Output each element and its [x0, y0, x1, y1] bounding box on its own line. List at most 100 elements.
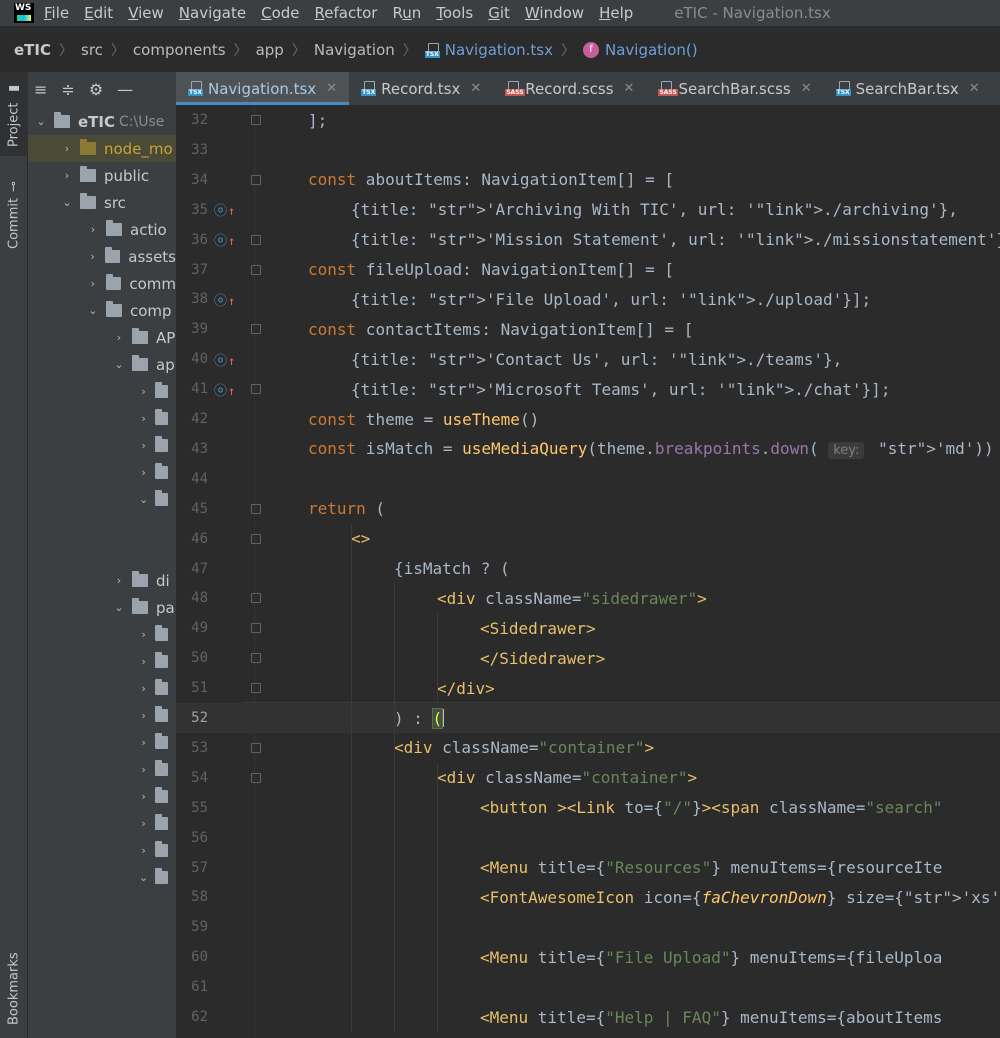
tree-row[interactable]: › [28, 378, 176, 405]
code-line[interactable]: 37 const fileUpload: NavigationItem[] = [ [176, 255, 1000, 285]
breadcrumb-item[interactable]: components [133, 41, 226, 59]
project-tool-button[interactable]: Project ▬ [0, 72, 28, 156]
tree-row[interactable]: › [28, 459, 176, 486]
chevron-right-icon[interactable]: › [138, 682, 149, 695]
chevron-right-icon[interactable]: › [138, 709, 149, 722]
code-line[interactable]: 61 [176, 972, 1000, 1002]
fold-icon[interactable] [251, 384, 261, 395]
code-line[interactable]: 40 ⓞ↑ {title: "str">'Contact Us', url: '"l… [176, 344, 1000, 374]
code-line[interactable]: 36 ⓞ↑ {title: "str">'Mission Statement', u… [176, 225, 1000, 255]
fold-icon[interactable] [251, 503, 261, 514]
menu-view[interactable]: View [128, 4, 164, 22]
menu-file[interactable]: File [44, 4, 69, 22]
code-line[interactable]: 38 ⓞ↑ {title: "str">'File Upload', url: '"… [176, 284, 1000, 314]
chevron-right-icon[interactable]: › [86, 250, 99, 263]
code-line[interactable]: 43 const isMatch = useMediaQuery(theme.br… [176, 434, 1000, 464]
fold-icon[interactable] [251, 234, 261, 245]
chevron-down-icon[interactable]: ⌄ [138, 871, 149, 884]
chevron-right-icon[interactable]: › [138, 412, 149, 425]
close-icon[interactable]: ✕ [624, 81, 635, 96]
tree-row[interactable]: › [28, 729, 176, 756]
code-line[interactable]: 55 <button ><Link to={"/"}><span classNam… [176, 793, 1000, 823]
chevron-right-icon[interactable]: › [138, 439, 149, 452]
menu-navigate[interactable]: Navigate [179, 4, 246, 22]
collapse-all-icon[interactable]: ≑ [61, 80, 74, 99]
fold-icon[interactable] [251, 623, 261, 634]
code-line[interactable]: 49 <Sidedrawer> [176, 613, 1000, 643]
code-line[interactable]: 46 <> [176, 524, 1000, 554]
tree-row[interactable]: ⌄ [28, 486, 176, 513]
tree-row[interactable]: › di [28, 567, 176, 594]
code-line[interactable]: 48 <div className="sidedrawer"> [176, 583, 1000, 613]
code-line[interactable]: 56 [176, 823, 1000, 853]
minimize-icon[interactable]: — [117, 80, 133, 99]
tree-row[interactable]: › [28, 648, 176, 675]
chevron-down-icon[interactable]: ⌄ [112, 601, 126, 614]
code-line[interactable]: 39 const contactItems: NavigationItem[] =… [176, 314, 1000, 344]
fold-icon[interactable] [251, 683, 261, 694]
chevron-right-icon[interactable]: › [138, 844, 149, 857]
tab-record-scss[interactable]: SASS Record.scss ✕ [493, 72, 646, 105]
implemented-marker-icon[interactable]: ⓞ↑ [214, 230, 236, 249]
implemented-marker-icon[interactable]: ⓞ↑ [214, 290, 236, 309]
tab-navigation-tsx[interactable]: TSX Navigation.tsx ✕ [176, 72, 350, 105]
tree-row[interactable]: › comm [28, 270, 176, 297]
fold-icon[interactable] [251, 115, 261, 125]
fold-icon[interactable] [251, 174, 261, 185]
chevron-right-icon[interactable]: › [112, 331, 126, 344]
code-line[interactable]: 51 </div> [176, 673, 1000, 703]
gear-icon[interactable]: ⚙ [89, 80, 103, 99]
chevron-right-icon[interactable]: › [138, 466, 149, 479]
chevron-down-icon[interactable]: ⌄ [86, 304, 100, 317]
tree-row[interactable]: › [28, 621, 176, 648]
implemented-marker-icon[interactable]: ⓞ↑ [214, 380, 236, 399]
tree-row[interactable]: ⌄ comp [28, 297, 176, 324]
tree-row[interactable]: › [28, 837, 176, 864]
code-line[interactable]: 45 return ( [176, 494, 1000, 524]
chevron-right-icon[interactable]: › [138, 790, 149, 803]
code-line[interactable]: 54 <div className="container"> [176, 763, 1000, 793]
tree-row[interactable]: ⌄ ap [28, 351, 176, 378]
code-line[interactable]: 50 </Sidedrawer> [176, 643, 1000, 673]
tree-row[interactable]: › AP [28, 324, 176, 351]
chevron-right-icon[interactable]: › [86, 223, 100, 236]
menu-run[interactable]: Run [392, 4, 421, 22]
chevron-down-icon[interactable]: ⌄ [34, 115, 48, 128]
chevron-down-icon[interactable]: ⌄ [112, 358, 126, 371]
fold-icon[interactable] [251, 772, 261, 783]
menu-help[interactable]: Help [599, 4, 633, 22]
chevron-right-icon[interactable]: › [138, 763, 149, 776]
implemented-marker-icon[interactable]: ⓞ↑ [214, 350, 236, 369]
tree-row[interactable]: › [28, 675, 176, 702]
fold-icon[interactable] [251, 264, 261, 275]
code-line[interactable]: 53 <div className="container"> [176, 733, 1000, 763]
tree-row[interactable]: › [28, 432, 176, 459]
fold-icon[interactable] [251, 324, 261, 335]
menu-git[interactable]: Git [488, 4, 510, 22]
implemented-marker-icon[interactable]: ⓞ↑ [214, 200, 236, 219]
code-line[interactable]: 42 const theme = useTheme() [176, 404, 1000, 434]
close-icon[interactable]: ✕ [969, 81, 980, 96]
breadcrumb-item[interactable]: app [256, 41, 284, 59]
breadcrumb-item[interactable]: Navigation [314, 41, 395, 59]
chevron-right-icon[interactable]: › [86, 277, 100, 290]
chevron-right-icon[interactable]: › [138, 736, 149, 749]
chevron-down-icon[interactable]: ⌄ [138, 493, 149, 506]
tree-row[interactable]: › [28, 783, 176, 810]
code-line[interactable]: 35 ⓞ↑ {title: "str">'Archiving With TIC', … [176, 195, 1000, 225]
tree-row[interactable]: › public [28, 162, 176, 189]
chevron-right-icon[interactable]: › [60, 142, 74, 155]
menu-tools[interactable]: Tools [436, 4, 473, 22]
close-icon[interactable]: ✕ [470, 81, 481, 96]
chevron-right-icon[interactable]: › [138, 385, 149, 398]
code-line[interactable]: 60 <Menu title={"File Upload"} menuItems=… [176, 942, 1000, 972]
code-line[interactable]: 59 [176, 912, 1000, 942]
code-line[interactable]: 32]; [176, 105, 1000, 135]
webstorm-logo[interactable]: WS [14, 3, 34, 23]
breadcrumb-root[interactable]: eTIC [14, 41, 51, 59]
close-icon[interactable]: ✕ [326, 81, 337, 96]
chevron-right-icon[interactable]: › [138, 817, 149, 830]
expand-all-icon[interactable]: ≡ [34, 80, 47, 99]
tree-row[interactable]: › actio [28, 216, 176, 243]
chevron-right-icon[interactable]: › [60, 169, 74, 182]
